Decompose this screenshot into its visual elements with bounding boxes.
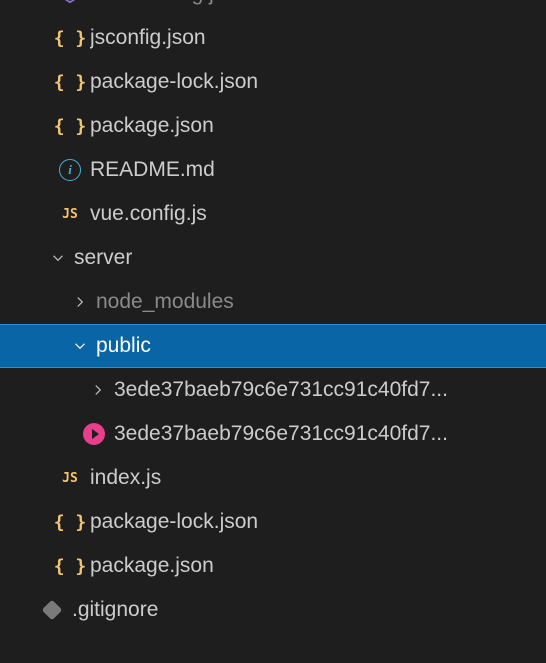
tree-folder[interactable]: 3ede37baeb79c6e731cc91c40fd7... — [0, 368, 546, 412]
tree-item[interactable]: { } package.json — [0, 104, 546, 148]
tree-item[interactable]: babel.config.js — [0, 0, 546, 16]
tree-folder[interactable]: server — [0, 236, 546, 280]
tree-item-label: index.js — [90, 466, 161, 490]
tree-item-label: 3ede37baeb79c6e731cc91c40fd7... — [114, 378, 448, 402]
play-icon — [80, 420, 108, 448]
tree-item-label: server — [74, 246, 132, 270]
js-icon: JS — [56, 464, 84, 492]
tree-item-label: package.json — [90, 554, 214, 578]
eslint-icon — [56, 0, 84, 8]
tree-item-label: package-lock.json — [90, 510, 258, 534]
tree-item[interactable]: JS index.js — [0, 456, 546, 500]
json-braces-icon: { } — [56, 552, 84, 580]
json-braces-icon: { } — [56, 508, 84, 536]
chevron-right-icon — [70, 292, 90, 312]
info-icon: i — [56, 156, 84, 184]
tree-item-label: babel.config.js — [90, 0, 224, 6]
tree-item-label: public — [96, 334, 151, 358]
tree-folder[interactable]: node_modules — [0, 280, 546, 324]
tree-item[interactable]: { } package-lock.json — [0, 60, 546, 104]
tree-item[interactable]: .gitignore — [0, 588, 546, 632]
tree-item-label: package.json — [90, 114, 214, 138]
js-icon: JS — [56, 200, 84, 228]
chevron-down-icon — [48, 248, 68, 268]
gitignore-icon — [38, 596, 66, 624]
json-braces-icon: { } — [56, 24, 84, 52]
tree-item[interactable]: i README.md — [0, 148, 546, 192]
file-explorer-tree: babel.config.js { } jsconfig.json { } pa… — [0, 0, 546, 632]
tree-item[interactable]: 3ede37baeb79c6e731cc91c40fd7... — [0, 412, 546, 456]
tree-item-label: README.md — [90, 158, 215, 182]
tree-item-label: .gitignore — [72, 598, 158, 622]
json-braces-icon: { } — [56, 112, 84, 140]
tree-item-label: vue.config.js — [90, 202, 207, 226]
tree-item[interactable]: { } package-lock.json — [0, 500, 546, 544]
tree-item-label: 3ede37baeb79c6e731cc91c40fd7... — [114, 422, 448, 446]
chevron-right-icon — [88, 380, 108, 400]
tree-folder-selected[interactable]: public — [0, 324, 546, 368]
tree-item-label: jsconfig.json — [90, 26, 206, 50]
tree-item-label: package-lock.json — [90, 70, 258, 94]
json-braces-icon: { } — [56, 68, 84, 96]
chevron-down-icon — [70, 336, 90, 356]
tree-item[interactable]: JS vue.config.js — [0, 192, 546, 236]
tree-item-label: node_modules — [96, 290, 234, 314]
tree-item[interactable]: { } package.json — [0, 544, 546, 588]
tree-item[interactable]: { } jsconfig.json — [0, 16, 546, 60]
